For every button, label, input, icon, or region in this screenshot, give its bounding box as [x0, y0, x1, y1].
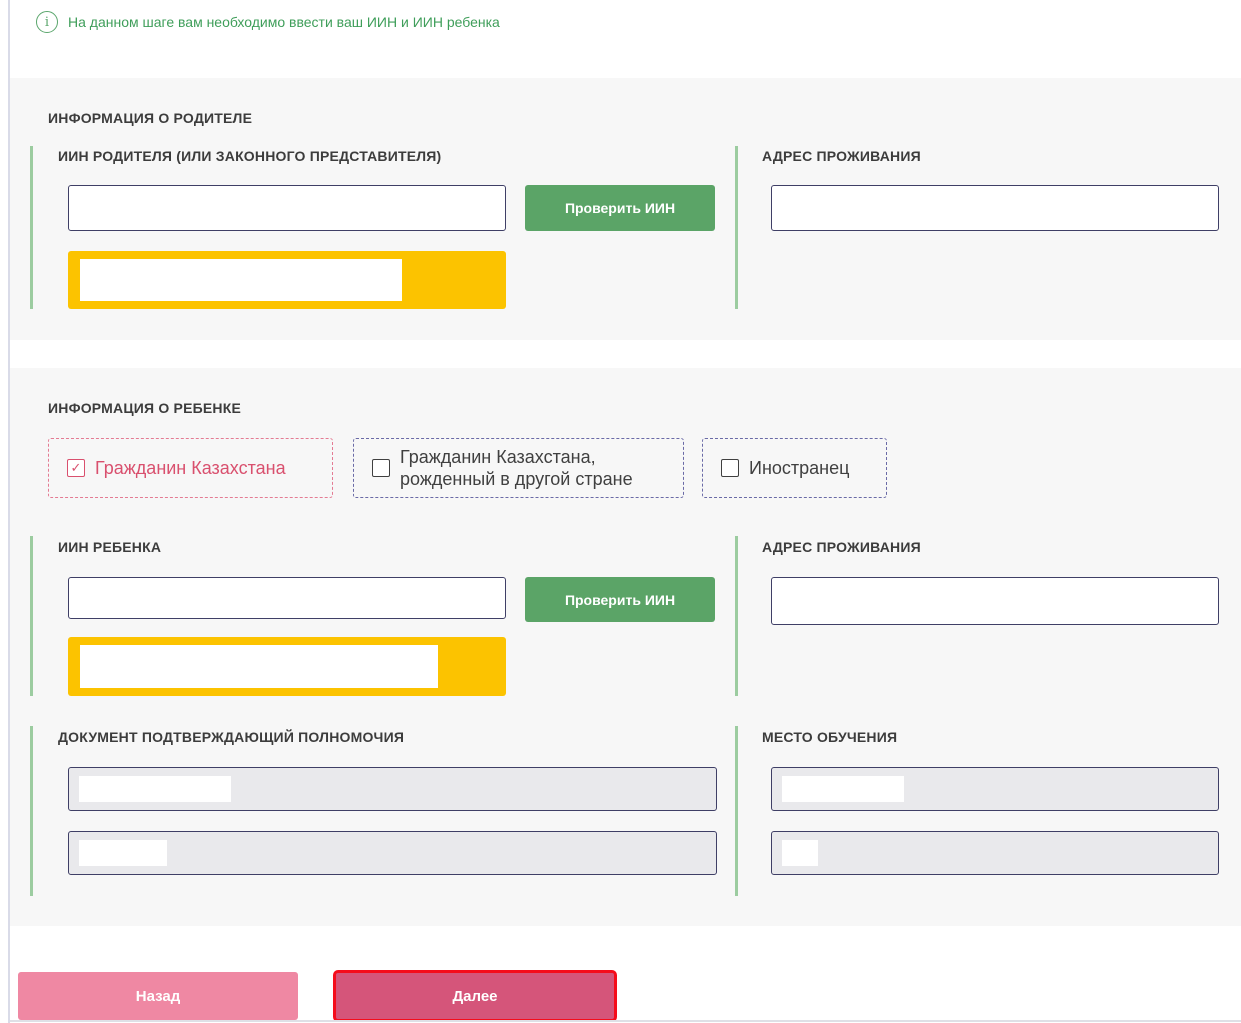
citizenship-option-label: Гражданин Казахстана: [95, 457, 286, 478]
child-iin-divider: [30, 536, 33, 696]
bottom-divider: [10, 1020, 1241, 1022]
back-button[interactable]: Назад: [18, 972, 298, 1020]
document-label: ДОКУМЕНТ ПОДТВЕРЖДАЮЩИЙ ПОЛНОМОЧИЯ: [58, 729, 405, 745]
study-place-field-1-redacted: [782, 776, 904, 802]
child-iin-result-redacted: [80, 645, 438, 688]
study-place-divider: [735, 726, 738, 896]
child-iin-result-box: [68, 637, 506, 696]
document-field-2-redacted: [79, 840, 167, 866]
checkbox-unchecked-icon[interactable]: [721, 459, 739, 477]
parent-info-panel: ИНФОРМАЦИЯ О РОДИТЕЛЕ ИИН РОДИТЕЛЯ (ИЛИ …: [10, 78, 1241, 340]
child-check-iin-button[interactable]: Проверить ИИН: [525, 577, 715, 622]
child-iin-label: ИИН РЕБЕНКА: [58, 539, 162, 555]
citizenship-option-kazakhstan[interactable]: ✓ Гражданин Казахстана: [48, 438, 333, 498]
parent-address-input[interactable]: [771, 185, 1219, 231]
info-notice-text: На данном шаге вам необходимо ввести ваш…: [68, 14, 500, 30]
study-place-field-2-redacted: [782, 840, 818, 866]
parent-iin-result-box: [68, 251, 506, 309]
study-place-field-1[interactable]: [771, 767, 1219, 811]
parent-iin-result-redacted: [80, 259, 402, 301]
citizenship-option-label: Иностранец: [749, 457, 850, 478]
parent-address-label: АДРЕС ПРОЖИВАНИЯ: [762, 148, 921, 164]
parent-iin-input[interactable]: [68, 185, 506, 231]
child-iin-input[interactable]: [68, 577, 506, 619]
child-address-label: АДРЕС ПРОЖИВАНИЯ: [762, 539, 921, 555]
citizenship-option-foreigner[interactable]: Иностранец: [702, 438, 887, 498]
parent-section-title: ИНФОРМАЦИЯ О РОДИТЕЛЕ: [48, 110, 253, 126]
child-address-input[interactable]: [771, 577, 1219, 625]
child-section-title: ИНФОРМАЦИЯ О РЕБЕНКЕ: [48, 400, 242, 416]
checkbox-checked-icon[interactable]: ✓: [67, 459, 85, 477]
next-button[interactable]: Далее: [333, 970, 617, 1022]
document-field-2[interactable]: [68, 831, 717, 875]
checkbox-unchecked-icon[interactable]: [372, 459, 390, 477]
document-divider: [30, 726, 33, 896]
info-notice: i На данном шаге вам необходимо ввести в…: [36, 11, 500, 33]
citizenship-option-born-abroad[interactable]: Гражданин Казахстана, рожденный в другой…: [353, 438, 684, 498]
info-icon: i: [36, 11, 58, 33]
citizenship-option-label: Гражданин Казахстана, рожденный в другой…: [400, 446, 633, 490]
parent-iin-divider: [30, 146, 33, 309]
study-place-label: МЕСТО ОБУЧЕНИЯ: [762, 729, 898, 745]
document-field-1[interactable]: [68, 767, 717, 811]
parent-address-divider: [735, 146, 738, 309]
child-info-panel: ИНФОРМАЦИЯ О РЕБЕНКЕ ✓ Гражданин Казахст…: [10, 368, 1241, 926]
document-field-1-redacted: [79, 776, 231, 802]
child-address-divider: [735, 536, 738, 696]
parent-check-iin-button[interactable]: Проверить ИИН: [525, 185, 715, 231]
parent-iin-label: ИИН РОДИТЕЛЯ (ИЛИ ЗАКОННОГО ПРЕДСТАВИТЕЛ…: [58, 148, 442, 164]
study-place-field-2[interactable]: [771, 831, 1219, 875]
